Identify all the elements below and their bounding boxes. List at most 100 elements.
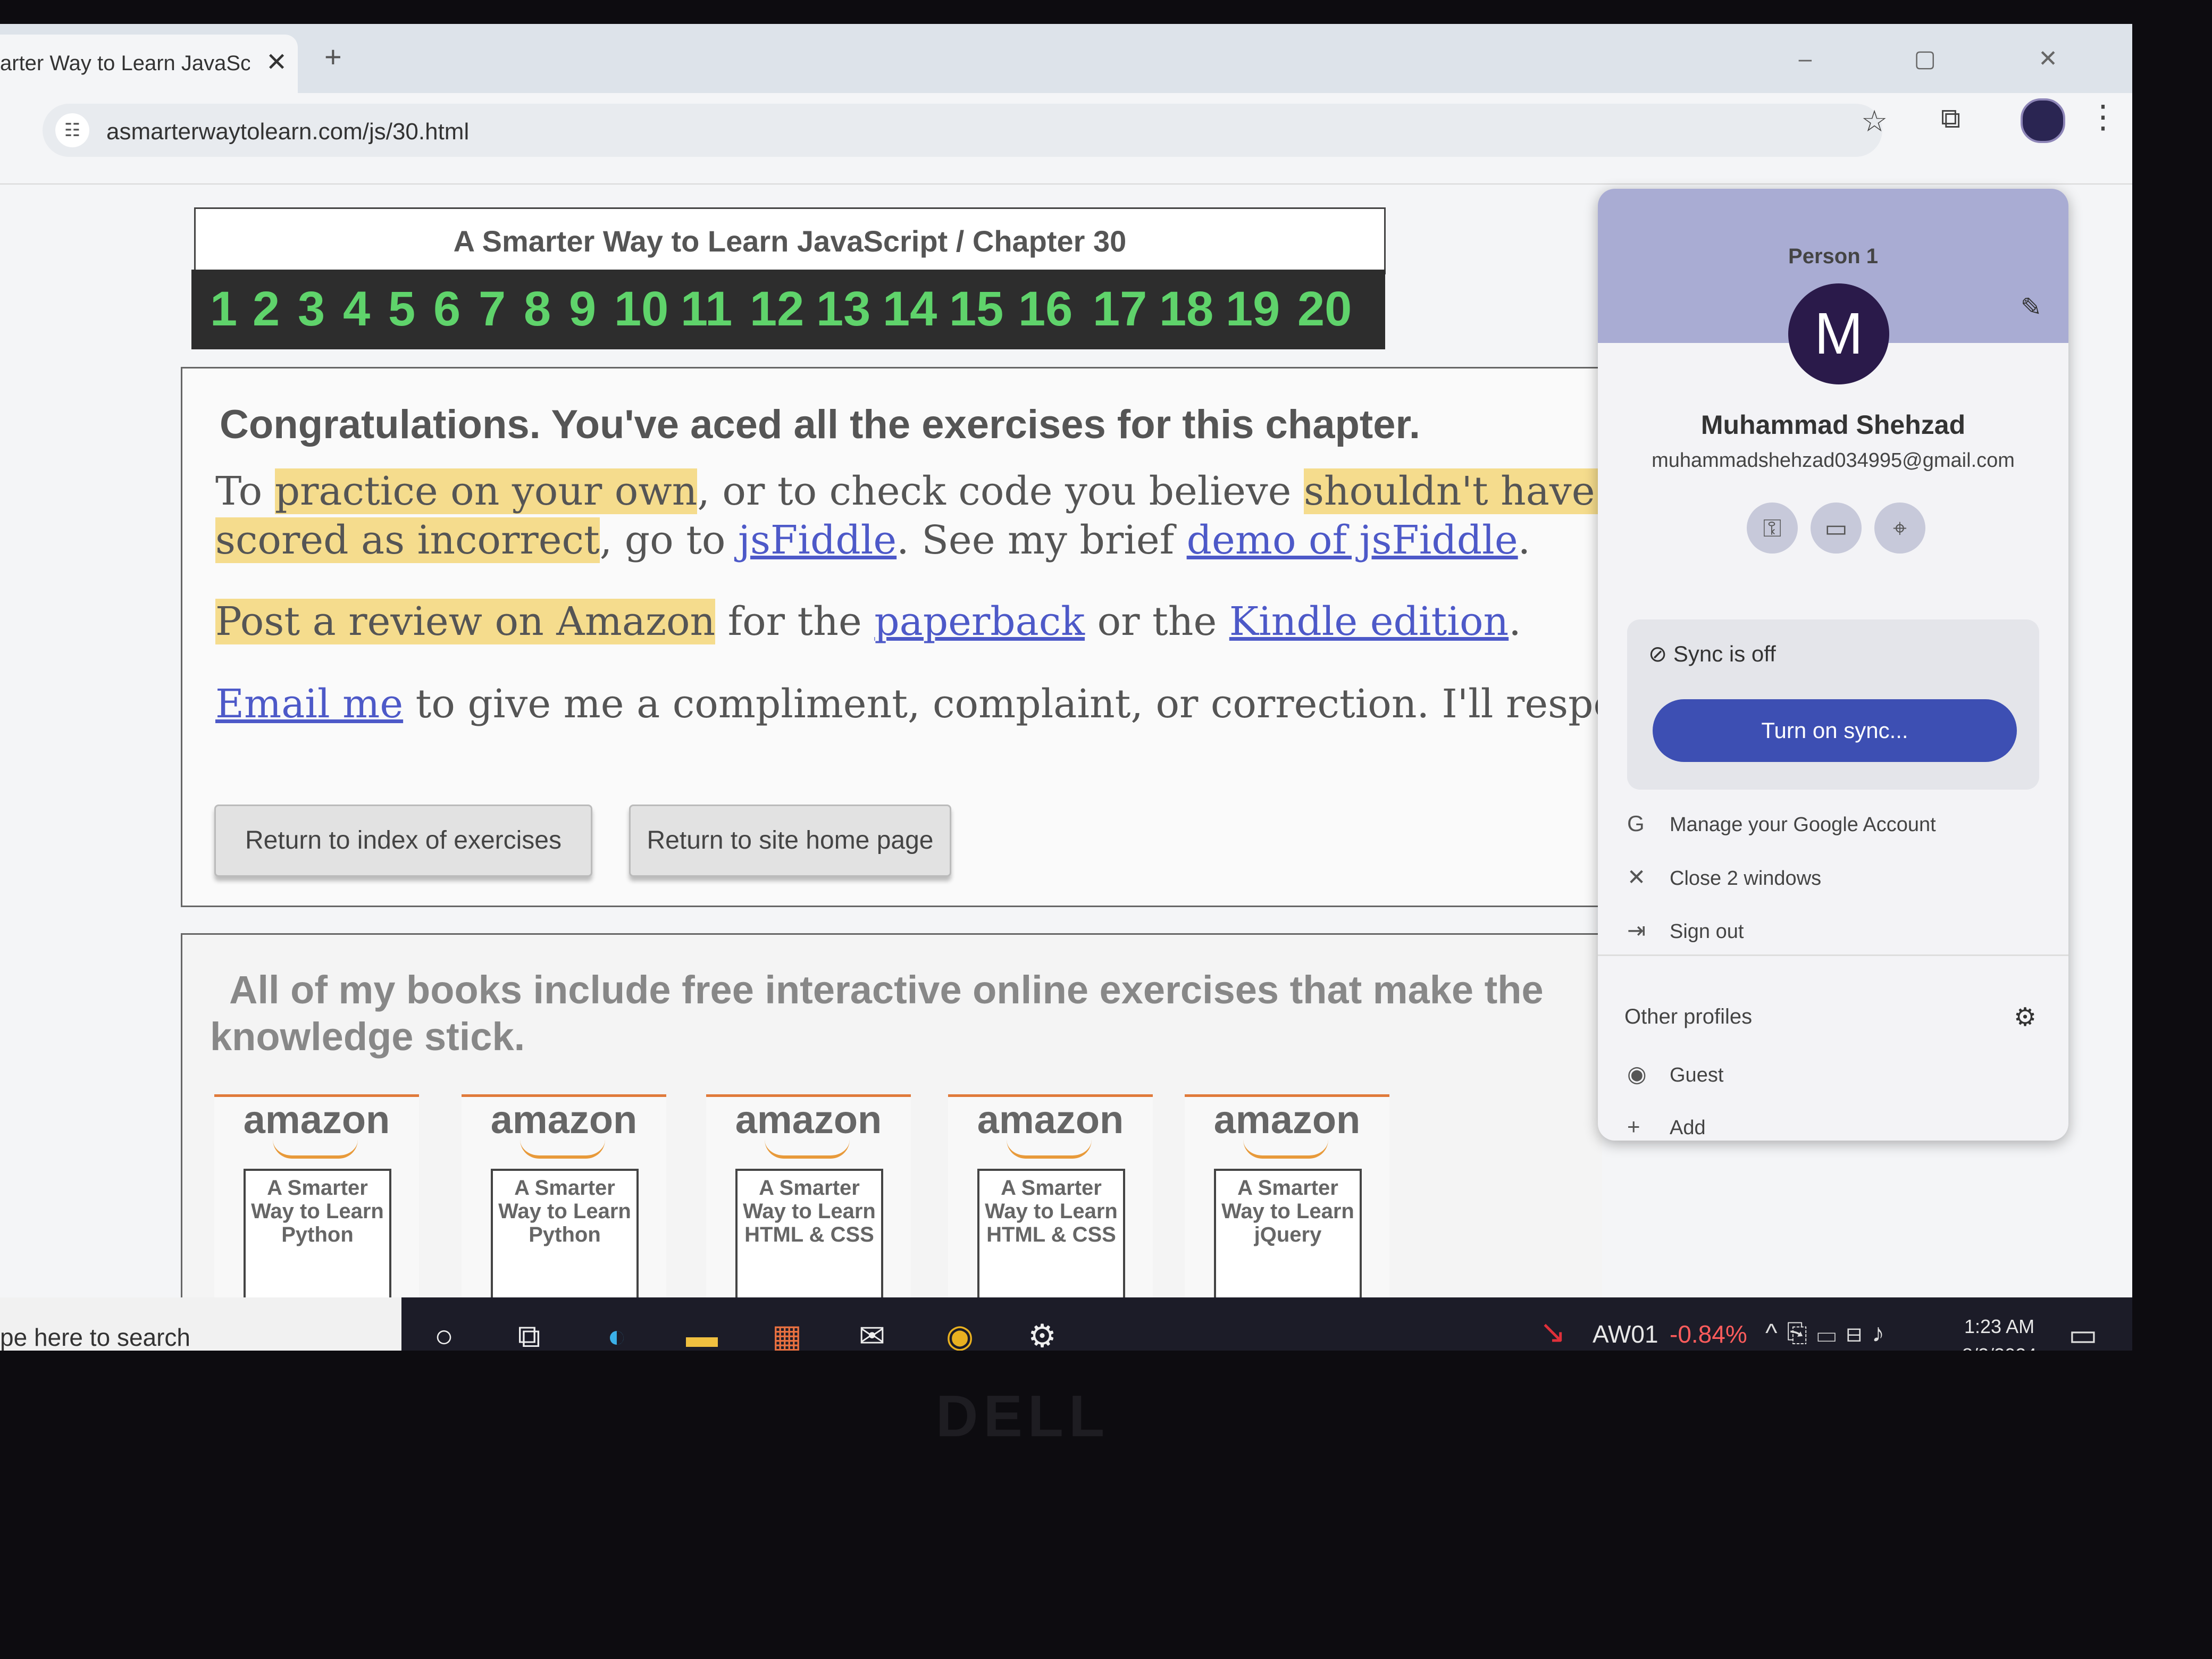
profile-menu: Person 1 ✎ M Muhammad Shehzad muhammadsh… [1598,189,2068,1141]
file-explorer-icon[interactable]: ▬ [678,1312,726,1351]
settings-icon[interactable]: ⚙ [1018,1312,1066,1351]
book-card[interactable]: amazon A Smarter Way to Learn HTML & CSS [948,1094,1153,1343]
book-title: A Smarter Way to Learn Python [498,1176,631,1246]
sign-out-item[interactable]: ⇥ Sign out [1627,917,1744,943]
chapter-link-20[interactable]: 20 [1297,281,1352,337]
browser-menu-icon[interactable]: ⋮ [2087,98,2119,136]
location-pin-icon[interactable]: ⌖ [1874,502,1925,554]
task-view-icon[interactable]: ⧉ [505,1312,553,1351]
email-me-link[interactable]: Email me [215,681,403,727]
tab-strip: arter Way to Learn JavaScr ✕ + – ▢ ✕ [0,24,2132,93]
jsfiddle-link[interactable]: jsFiddle [738,517,896,563]
text: for the [715,599,875,644]
sync-card: ⊘ Sync is off Turn on sync... [1627,619,2039,790]
window-controls[interactable]: – ▢ ✕ [1799,45,2106,72]
chapter-link-17[interactable]: 17 [1093,281,1147,337]
guest-profile-item[interactable]: ◉ Guest [1627,1061,1723,1087]
amazon-logo: amazon [243,1097,390,1142]
chrome-icon[interactable]: ◉ [936,1312,984,1351]
chapter-link-5[interactable]: 5 [388,281,415,337]
chapter-link-12[interactable]: 12 [750,281,804,337]
other-profiles-heading: Other profiles [1624,1005,1753,1028]
add-profile-item[interactable]: + Add [1627,1114,1706,1139]
bookmark-star-icon[interactable]: ☆ [1861,104,1888,139]
chapter-link-18[interactable]: 18 [1159,281,1213,337]
chapter-link-19[interactable]: 19 [1226,281,1280,337]
manage-profiles-gear-icon[interactable]: ⚙ [2014,1002,2037,1032]
chapter-link-7[interactable]: 7 [479,281,506,337]
return-index-button[interactable]: Return to index of exercises [214,805,592,877]
key-icon[interactable]: ⚿ [1747,502,1798,554]
chapter-link-15[interactable]: 15 [949,281,1003,337]
content-box: Congratulations. You've aced all the exe… [181,367,1705,907]
paragraph-practice-line1: To practice on your own, or to check cod… [215,467,1705,516]
new-tab-button[interactable]: + [324,42,342,72]
book-card[interactable]: amazon A Smarter Way to Learn Python [462,1094,666,1343]
card-icon[interactable]: ▭ [1811,502,1862,554]
site-info-icon[interactable]: ☷ [55,113,89,147]
system-tray-icons[interactable]: ^⎘▭⊟♪ [1765,1319,1894,1348]
stock-change: -0.84% [1670,1320,1747,1348]
mail-icon[interactable]: ✉ [848,1312,896,1351]
clock[interactable]: 1:23 AM 8/2/2024 [1962,1312,2037,1351]
profile-avatar: M [1788,283,1889,384]
amazon-smile-icon [1007,1139,1092,1159]
amazon-logo: amazon [490,1097,638,1142]
profile-label: Person 1 [1788,245,1878,268]
edit-pencil-icon[interactable]: ✎ [2021,292,2042,322]
amazon-logo: amazon [735,1097,882,1142]
text: or the [1085,599,1229,644]
stock-chart-icon[interactable]: ↘ [1539,1313,1566,1351]
kindle-link[interactable]: Kindle edition [1229,599,1509,644]
browser-tab[interactable]: arter Way to Learn JavaScr ✕ [0,35,298,93]
address-bar[interactable]: ☷ asmarterwaytolearn.com/js/30.html [43,104,1882,157]
sync-status-text: Sync is off [1673,641,1776,666]
tab-close-icon[interactable]: ✕ [266,47,287,77]
chapter-link-3[interactable]: 3 [298,281,325,337]
paragraph-email: Email me to give me a compliment, compla… [215,680,1680,728]
stock-name[interactable]: AW01 [1593,1320,1658,1348]
book-card[interactable]: amazon A Smarter Way to Learn jQuery [1185,1094,1389,1343]
add-label: Add [1670,1117,1706,1139]
demo-jsfiddle-link[interactable]: demo of jsFiddle [1187,517,1518,563]
date: 8/2/2024 [1962,1341,2037,1351]
amazon-smile-icon [765,1139,850,1159]
return-home-button[interactable]: Return to site home page [629,805,951,877]
books-section: All of my books include free interactive… [181,933,1602,1351]
profile-name: Muhammad Shehzad [1700,410,1966,440]
chapter-link-2[interactable]: 2 [253,281,280,337]
chapter-link-16[interactable]: 16 [1018,281,1073,337]
edge-icon[interactable]: ◐ [593,1312,641,1351]
chapter-link-9[interactable]: 9 [569,281,596,337]
text: . [1509,599,1521,644]
chapter-link-14[interactable]: 14 [883,281,937,337]
close-windows-item[interactable]: ✕ Close 2 windows [1627,864,1821,890]
chapter-link-1[interactable]: 1 [210,281,237,337]
tab-title: arter Way to Learn JavaScr [0,52,250,75]
book-card[interactable]: amazon A Smarter Way to Learn Python [214,1094,419,1343]
chapter-link-11[interactable]: 11 [681,281,732,337]
extensions-icon[interactable]: ⧉ [1941,103,1960,135]
congrats-heading: Congratulations. You've aced all the exe… [220,402,1420,447]
paperback-link[interactable]: paperback [874,599,1085,644]
cortana-icon[interactable]: ○ [420,1312,468,1351]
chapter-link-13[interactable]: 13 [816,281,870,337]
manage-account-item[interactable]: G Manage your Google Account [1627,811,1936,836]
text: , or to check code you believe [697,468,1304,514]
profile-avatar-button[interactable] [2021,98,2065,143]
book-title: A Smarter Way to Learn Python [251,1176,384,1246]
text: . See my brief [896,517,1187,563]
time: 1:23 AM [1964,1316,2035,1337]
chapter-link-8[interactable]: 8 [524,281,551,337]
taskbar-search[interactable]: pe here to search [0,1297,401,1351]
chapter-link-10[interactable]: 10 [614,281,668,337]
menu-divider [1598,954,2068,956]
highlight: practice on your own [274,468,698,514]
google-icon: G [1627,811,1645,836]
chapter-link-4[interactable]: 4 [343,281,370,337]
turn-on-sync-button[interactable]: Turn on sync... [1653,699,2017,762]
notifications-icon[interactable]: ▭ [2068,1317,2098,1351]
book-card[interactable]: amazon A Smarter Way to Learn HTML & CSS [706,1094,911,1343]
store-icon[interactable]: ▦ [763,1312,811,1351]
chapter-link-6[interactable]: 6 [433,281,460,337]
